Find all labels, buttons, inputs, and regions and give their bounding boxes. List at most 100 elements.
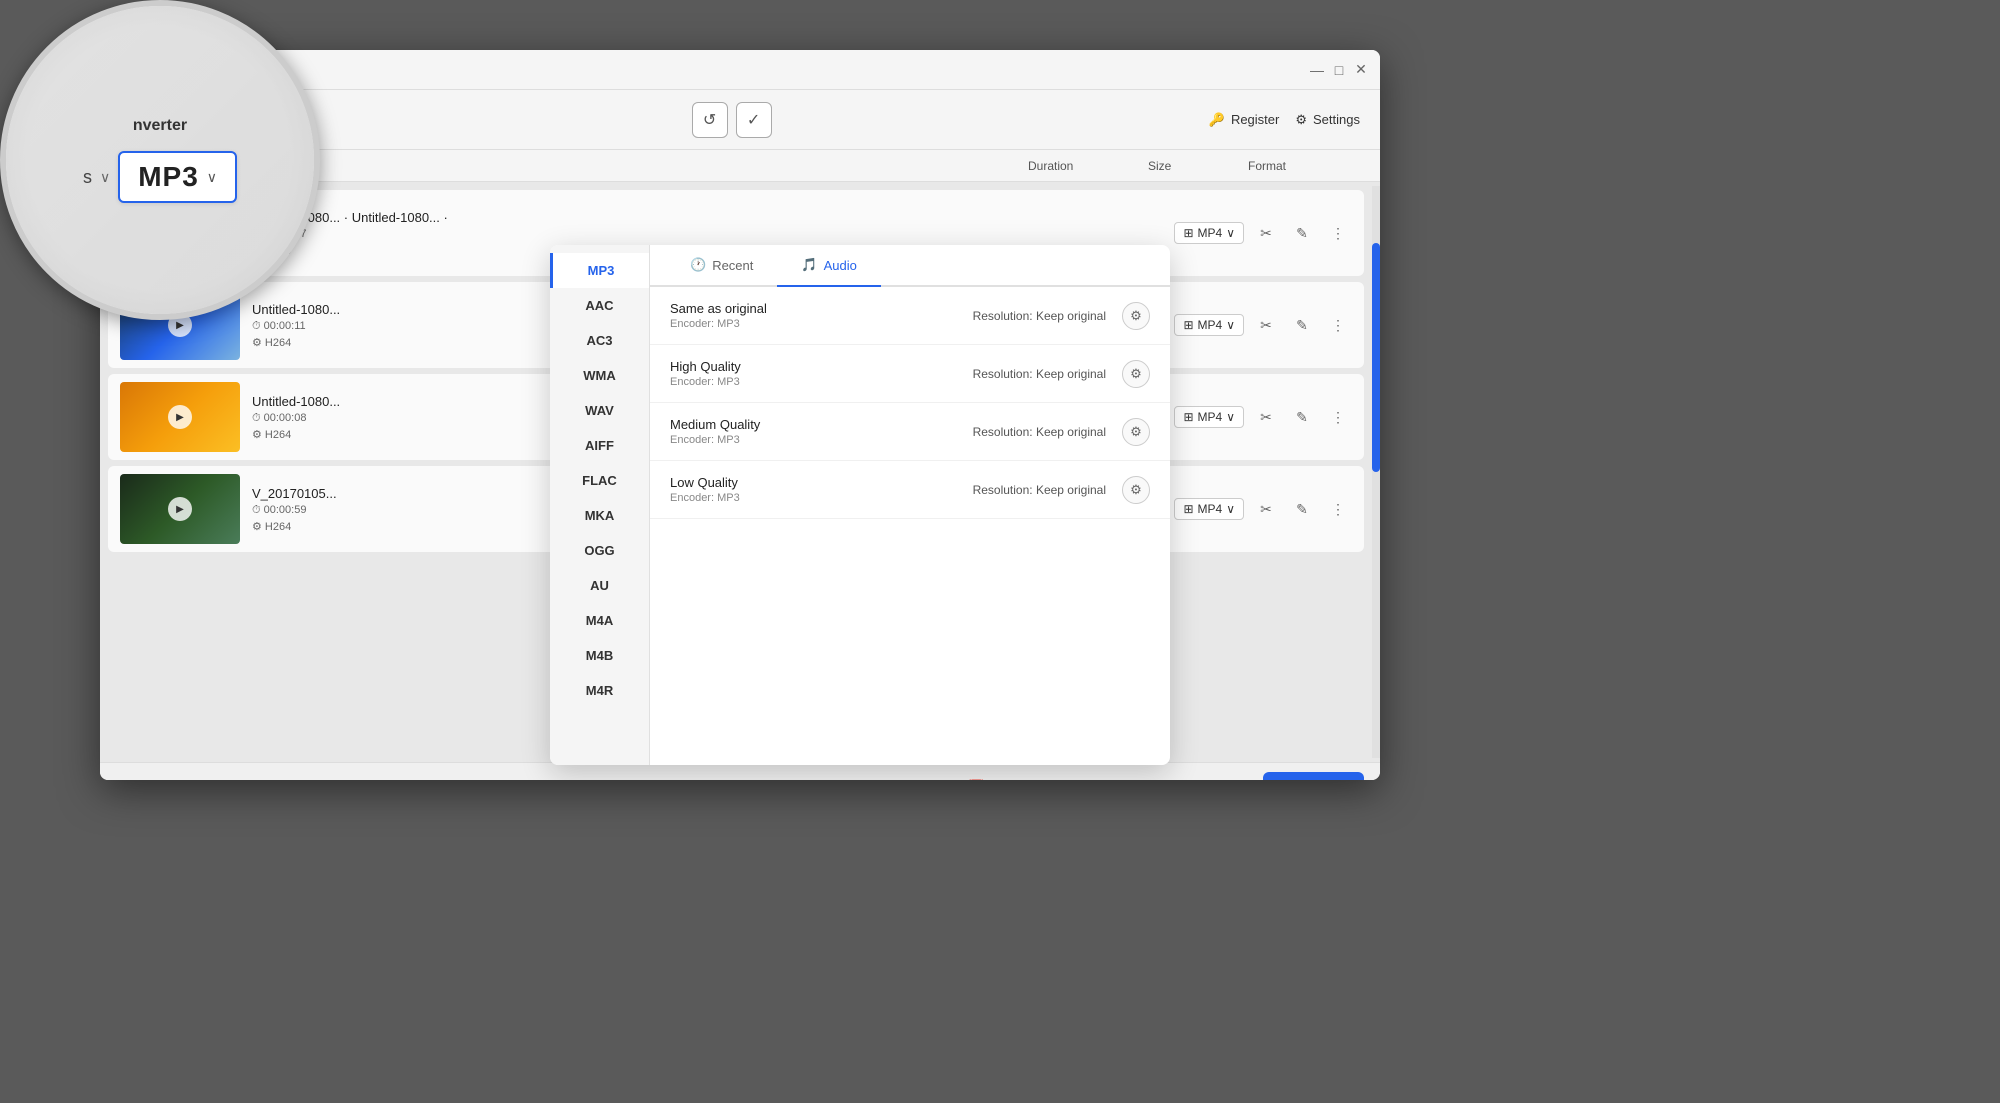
cut-icon[interactable]: ✂ <box>1252 219 1280 247</box>
tab-recent[interactable]: 🕐 Recent <box>666 245 777 287</box>
format-item-m4b[interactable]: M4B <box>550 638 649 673</box>
magnify-mp3-text: MP3 <box>138 161 199 193</box>
file-format-badge[interactable]: ⊞ MP4 ∨ <box>1174 406 1244 428</box>
format-item-mka[interactable]: MKA <box>550 498 649 533</box>
key-icon: 🔑 <box>1209 112 1225 128</box>
open-folder-icon[interactable]: 📁 <box>922 774 950 781</box>
format-item-mp3[interactable]: MP3 <box>550 253 649 288</box>
magnify-dropdown-s: ∨ <box>100 169 110 186</box>
edit-icon[interactable]: ✎ <box>1288 403 1316 431</box>
format-item-wav[interactable]: WAV <box>550 393 649 428</box>
grid-icon: ⊞ <box>1183 318 1193 332</box>
more-icon[interactable]: ⋮ <box>1324 403 1352 431</box>
settings-button[interactable]: ⚙ Settings <box>1295 112 1360 128</box>
list-item[interactable]: High Quality Encoder: MP3 Resolution: Ke… <box>650 345 1170 403</box>
cut-icon[interactable]: ✂ <box>1252 403 1280 431</box>
quality-resolution: Resolution: Keep original <box>973 309 1106 323</box>
file-format-badge[interactable]: ⊞ MP4 ∨ <box>1174 314 1244 336</box>
format-item-m4a[interactable]: M4A <box>550 603 649 638</box>
quality-info: Low Quality Encoder: MP3 <box>670 475 973 504</box>
register-label: Register <box>1231 112 1279 127</box>
col-format: Format <box>1248 159 1368 173</box>
quality-settings-gear[interactable]: ⚙ <box>1122 418 1150 446</box>
grid-icon: ⊞ <box>1183 410 1193 424</box>
toolbar-center: ↺ ✓ <box>266 102 1196 138</box>
quality-info: High Quality Encoder: MP3 <box>670 359 973 388</box>
chevron-down-icon: ∨ <box>1226 502 1235 516</box>
col-duration: Duration <box>1028 159 1148 173</box>
scrollbar-thumb[interactable] <box>1372 243 1380 472</box>
cut-icon[interactable]: ✂ <box>1252 311 1280 339</box>
quality-encoder: Encoder: MP3 <box>670 434 973 446</box>
format-label: MP4 <box>1198 502 1223 516</box>
more-icon[interactable]: ⋮ <box>1324 219 1352 247</box>
edit-icon[interactable]: ✎ <box>1288 311 1316 339</box>
check-button[interactable]: ✓ <box>736 102 772 138</box>
play-icon[interactable]: ▶ <box>168 405 192 429</box>
calendar-icon[interactable]: 📅 <box>962 774 990 781</box>
play-icon[interactable]: ▶ <box>168 497 192 521</box>
grid-icon: ⊞ <box>1183 502 1193 516</box>
format-dropdown-panel: MP3 AAC AC3 WMA WAV AIFF FLAC MKA OGG AU… <box>550 245 1170 765</box>
quality-name: High Quality <box>670 359 973 374</box>
music-icon: 🎵 <box>801 257 817 273</box>
quality-list: Same as original Encoder: MP3 Resolution… <box>650 287 1170 765</box>
convert-button[interactable]: Convert <box>1263 772 1364 781</box>
quality-resolution: Resolution: Keep original <box>973 367 1106 381</box>
file-name: Untitled-1080... · Untitled-1080... · <box>252 210 1162 225</box>
register-button[interactable]: 🔑 Register <box>1209 112 1280 128</box>
more-icon[interactable]: ⋮ <box>1324 311 1352 339</box>
quality-encoder: Encoder: MP3 <box>670 492 973 504</box>
file-actions: ⊞ MP4 ∨ ✂ ✎ ⋮ <box>1174 403 1352 431</box>
cut-icon[interactable]: ✂ <box>1252 495 1280 523</box>
tab-audio[interactable]: 🎵 Audio <box>777 245 880 287</box>
file-format-badge[interactable]: ⊞ MP4 ∨ <box>1174 498 1244 520</box>
format-label: MP4 <box>1198 318 1223 332</box>
format-item-m4r[interactable]: M4R <box>550 673 649 708</box>
format-item-flac[interactable]: FLAC <box>550 463 649 498</box>
dropdown-arrow-btn[interactable]: ∨ <box>882 774 910 781</box>
file-thumbnail: ▶ <box>120 382 240 452</box>
quality-resolution: Resolution: Keep original <box>973 483 1106 497</box>
scrollbar-track[interactable] <box>1372 186 1380 758</box>
edit-icon[interactable]: ✎ <box>1288 495 1316 523</box>
format-item-aiff[interactable]: AIFF <box>550 428 649 463</box>
tab-bar: 🕐 Recent 🎵 Audio <box>650 245 1170 287</box>
format-item-aac[interactable]: AAC <box>550 288 649 323</box>
format-item-ogg[interactable]: OGG <box>550 533 649 568</box>
more-icon[interactable]: ⋮ <box>1324 495 1352 523</box>
file-actions: ⊞ MP4 ∨ ✂ ✎ ⋮ <box>1174 311 1352 339</box>
grid-icon: ⊞ <box>1183 226 1193 240</box>
list-item[interactable]: Medium Quality Encoder: MP3 Resolution: … <box>650 403 1170 461</box>
format-item-au[interactable]: AU <box>550 568 649 603</box>
rotate-button[interactable]: ↺ <box>692 102 728 138</box>
quality-info: Medium Quality Encoder: MP3 <box>670 417 973 446</box>
grid-toggle-btn[interactable]: ⊞ <box>1223 774 1251 781</box>
quality-settings-gear[interactable]: ⚙ <box>1122 360 1150 388</box>
close-button[interactable]: ✕ <box>1354 63 1368 77</box>
quality-name: Low Quality <box>670 475 973 490</box>
chevron-down-icon: ∨ <box>1226 226 1235 240</box>
quality-name: Medium Quality <box>670 417 973 432</box>
file-thumbnail: ▶ <box>120 474 240 544</box>
quality-name: Same as original <box>670 301 973 316</box>
magnify-title: nverter <box>133 117 187 135</box>
output-dropdown-arrow[interactable]: ∨ <box>1183 774 1211 781</box>
format-item-wma[interactable]: WMA <box>550 358 649 393</box>
quality-settings-gear[interactable]: ⚙ <box>1122 302 1150 330</box>
list-item[interactable]: Same as original Encoder: MP3 Resolution… <box>650 287 1170 345</box>
edit-icon[interactable]: ✎ <box>1288 219 1316 247</box>
minimize-button[interactable]: — <box>1310 63 1324 77</box>
maximize-button[interactable]: □ <box>1332 63 1346 77</box>
format-item-ac3[interactable]: AC3 <box>550 323 649 358</box>
format-main-panel: 🕐 Recent 🎵 Audio Same as original Encode… <box>650 245 1170 765</box>
magnify-format-s: s <box>83 167 92 188</box>
chevron-down-icon: ∨ <box>1226 410 1235 424</box>
list-item[interactable]: Low Quality Encoder: MP3 Resolution: Kee… <box>650 461 1170 519</box>
clock-icon: 🕐 <box>690 257 706 273</box>
quality-resolution: Resolution: Keep original <box>973 425 1106 439</box>
recent-tab-label: Recent <box>712 258 753 273</box>
file-format-badge[interactable]: ⊞ MP4 ∨ <box>1174 222 1244 244</box>
magnify-mp3-box: MP3 ∨ <box>118 151 237 203</box>
quality-settings-gear[interactable]: ⚙ <box>1122 476 1150 504</box>
